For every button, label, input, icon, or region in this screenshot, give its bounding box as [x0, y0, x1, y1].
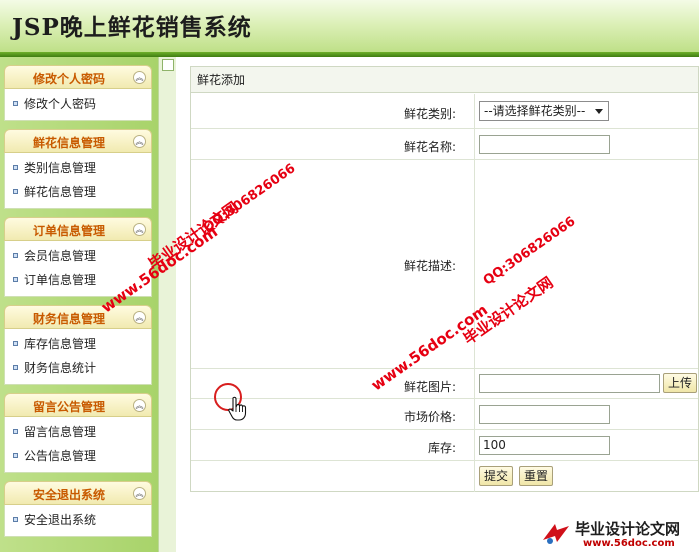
- upload-button[interactable]: 上传: [663, 373, 697, 393]
- bullet-icon: [13, 517, 18, 522]
- sidebar-group-notice: 留言公告管理 ︽ 留言信息管理 公告信息管理: [4, 393, 152, 473]
- row-divider: [474, 461, 475, 492]
- sidebar-item-label: 库存信息管理: [24, 337, 97, 351]
- sidebar-group-password: 修改个人密码 ︽ 修改个人密码: [4, 65, 152, 121]
- sidebar-item-label: 财务信息统计: [24, 361, 97, 375]
- sidebar-item-member[interactable]: 会员信息管理: [5, 244, 151, 268]
- logo-brand-text: 毕业设计论文网: [575, 520, 681, 538]
- stock-label: 库存:: [427, 441, 456, 455]
- sidebar-group-flower: 鲜花信息管理 ︽ 类别信息管理 鲜花信息管理: [4, 129, 152, 209]
- sidebar-item-label: 留言信息管理: [24, 425, 97, 439]
- app-header: JSP晚上鲜花销售系统: [0, 0, 699, 52]
- row-divider: [474, 399, 475, 429]
- sidebar-item-label: 安全退出系统: [24, 513, 97, 527]
- form-row-image: 鲜花图片: 上传: [191, 369, 698, 399]
- sidebar-group-title: 财务信息管理: [32, 312, 105, 326]
- sidebar-item-label: 修改个人密码: [24, 97, 97, 111]
- logo-site-text: www.56doc.com: [583, 538, 675, 549]
- sidebar-item-label: 鲜花信息管理: [24, 185, 97, 199]
- sidebar-group-header[interactable]: 留言公告管理 ︽: [4, 393, 152, 417]
- sidebar-group-body: 类别信息管理 鲜花信息管理: [4, 153, 152, 209]
- collapse-icon[interactable]: ︽: [133, 311, 146, 324]
- bullet-icon: [13, 165, 18, 170]
- collapse-icon[interactable]: ︽: [133, 135, 146, 148]
- image-path-input[interactable]: [479, 374, 660, 393]
- bullet-icon: [13, 341, 18, 346]
- description-label: 鲜花描述:: [403, 259, 456, 273]
- bullet-icon: [13, 277, 18, 282]
- category-selected: --请选择鲜花类别--: [484, 104, 586, 118]
- form-row-category: 鲜花类别: --请选择鲜花类别--: [191, 94, 698, 129]
- dropdown-arrow-icon: [595, 109, 603, 114]
- sidebar-item-announcement[interactable]: 公告信息管理: [5, 444, 151, 468]
- row-divider: [474, 430, 475, 460]
- sidebar-group-header[interactable]: 修改个人密码 ︽: [4, 65, 152, 89]
- app-title: JSP晚上鲜花销售系统: [12, 14, 252, 41]
- reset-button[interactable]: 重置: [519, 466, 553, 486]
- splitter-handle-icon[interactable]: [162, 59, 174, 71]
- submit-button[interactable]: 提交: [479, 466, 513, 486]
- bullet-icon: [13, 429, 18, 434]
- sidebar-item-category[interactable]: 类别信息管理: [5, 156, 151, 180]
- form-row-actions: 提交 重置: [191, 461, 698, 492]
- sidebar-item-label: 公告信息管理: [24, 449, 97, 463]
- bullet-icon: [13, 453, 18, 458]
- category-label: 鲜花类别:: [403, 107, 456, 121]
- sidebar-item-label: 类别信息管理: [24, 161, 97, 175]
- form-title: 鲜花添加: [191, 67, 698, 93]
- bullet-icon: [13, 365, 18, 370]
- sidebar-item-flower[interactable]: 鲜花信息管理: [5, 180, 151, 204]
- flower-name-input[interactable]: [479, 135, 610, 154]
- sidebar-group-title: 留言公告管理: [32, 400, 105, 414]
- collapse-icon[interactable]: ︽: [133, 487, 146, 500]
- sidebar-item-logout[interactable]: 安全退出系统: [5, 508, 151, 532]
- price-input[interactable]: [479, 405, 610, 424]
- flower-add-form: 鲜花添加 鲜花类别: --请选择鲜花类别-- 鲜花名称: 鲜花描述: 鲜花图片:…: [190, 66, 699, 492]
- bullet-icon: [13, 253, 18, 258]
- logo-mark-icon: [543, 524, 569, 544]
- sidebar-item-change-password[interactable]: 修改个人密码: [5, 92, 151, 116]
- sidebar-group-title: 鲜花信息管理: [32, 136, 105, 150]
- sidebar-group-title: 修改个人密码: [32, 72, 105, 86]
- collapse-icon[interactable]: ︽: [133, 71, 146, 84]
- sidebar-group-body: 修改个人密码: [4, 89, 152, 121]
- sidebar-item-label: 会员信息管理: [24, 249, 97, 263]
- sidebar-item-message[interactable]: 留言信息管理: [5, 420, 151, 444]
- row-divider: [474, 369, 475, 398]
- category-select[interactable]: --请选择鲜花类别--: [479, 101, 609, 121]
- sidebar-group-finance: 财务信息管理 ︽ 库存信息管理 财务信息统计: [4, 305, 152, 385]
- sidebar-group-body: 留言信息管理 公告信息管理: [4, 417, 152, 473]
- form-row-name: 鲜花名称:: [191, 129, 698, 160]
- sidebar-group-header[interactable]: 安全退出系统 ︽: [4, 481, 152, 505]
- sidebar-group-header[interactable]: 鲜花信息管理 ︽: [4, 129, 152, 153]
- sidebar-group-title: 安全退出系统: [32, 488, 105, 502]
- sidebar-group-header[interactable]: 财务信息管理 ︽: [4, 305, 152, 329]
- sidebar-item-label: 订单信息管理: [24, 273, 97, 287]
- stock-input[interactable]: 100: [479, 436, 610, 455]
- bullet-icon: [13, 189, 18, 194]
- sidebar-group-logout: 安全退出系统 ︽ 安全退出系统: [4, 481, 152, 537]
- sidebar-group-header[interactable]: 订单信息管理 ︽: [4, 217, 152, 241]
- hand-cursor-icon: [228, 396, 247, 421]
- collapse-icon[interactable]: ︽: [133, 399, 146, 412]
- form-row-price: 市场价格:: [191, 399, 698, 430]
- name-label: 鲜花名称:: [403, 140, 456, 154]
- sidebar-splitter[interactable]: [158, 57, 176, 552]
- main-content: 鲜花添加 鲜花类别: --请选择鲜花类别-- 鲜花名称: 鲜花描述: 鲜花图片:…: [176, 57, 699, 552]
- sidebar-group-title: 订单信息管理: [32, 224, 105, 238]
- row-divider: [474, 129, 475, 159]
- collapse-icon[interactable]: ︽: [133, 223, 146, 236]
- form-row-stock: 库存: 100: [191, 430, 698, 461]
- row-divider: [474, 94, 475, 128]
- corner-logo: 毕业设计论文网 www.56doc.com: [535, 515, 699, 552]
- sidebar-group-body: 库存信息管理 财务信息统计: [4, 329, 152, 385]
- sidebar-item-finance[interactable]: 财务信息统计: [5, 356, 151, 380]
- sidebar-item-stock[interactable]: 库存信息管理: [5, 332, 151, 356]
- bullet-icon: [13, 101, 18, 106]
- sidebar: 修改个人密码 ︽ 修改个人密码 鲜花信息管理 ︽ 类别信息管理 鲜花信息管理 订…: [0, 57, 158, 552]
- sidebar-group-body: 安全退出系统: [4, 505, 152, 537]
